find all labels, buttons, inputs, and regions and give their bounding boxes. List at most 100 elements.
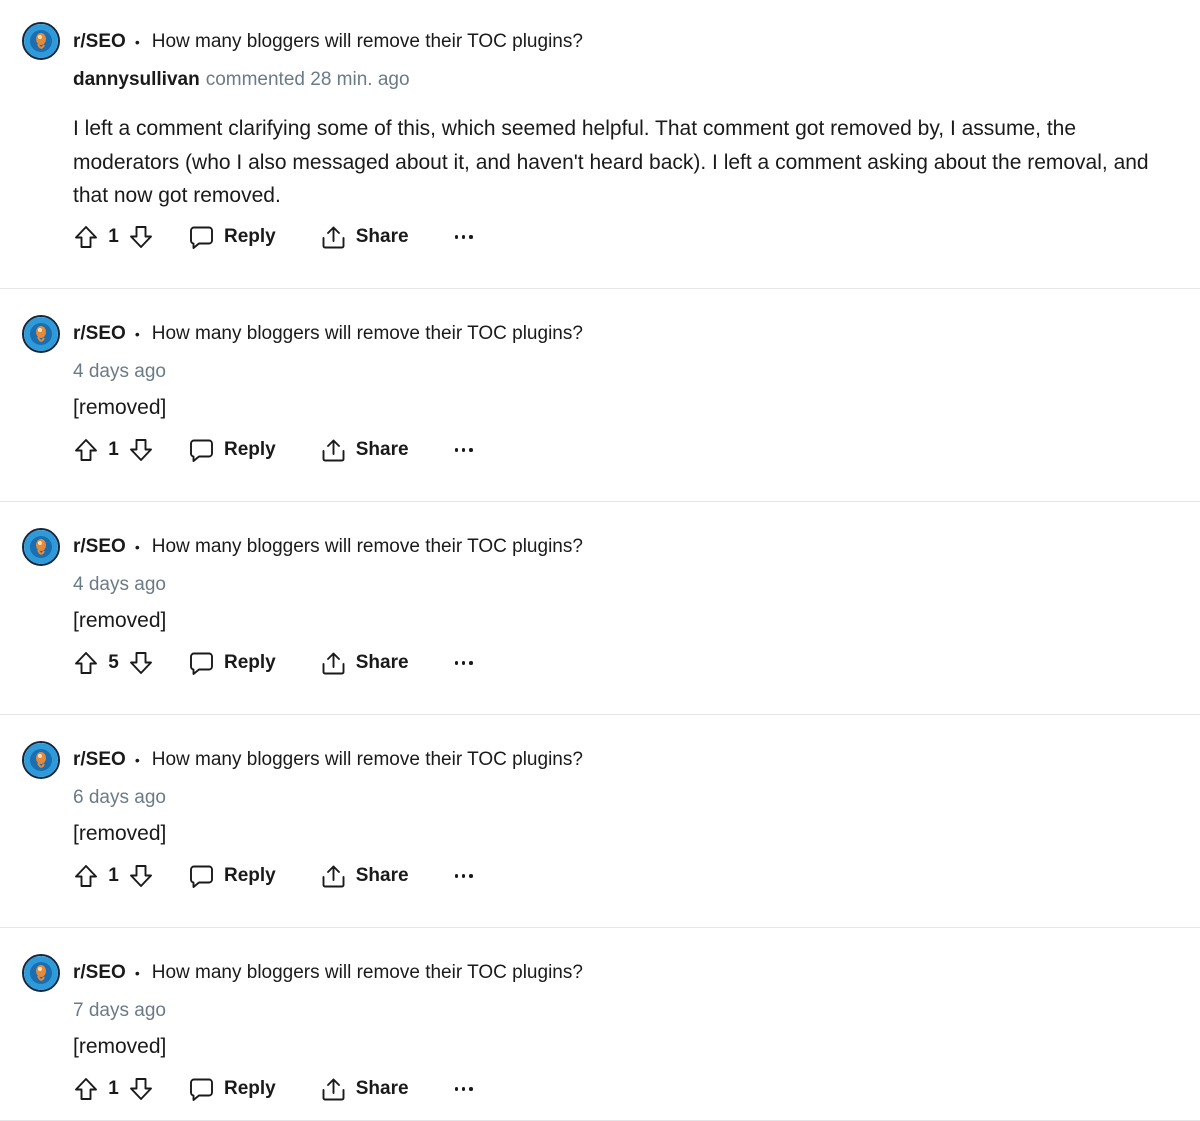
downvote-arrow-icon[interactable] xyxy=(128,863,154,889)
speech-bubble-icon xyxy=(190,1078,213,1101)
comment-card[interactable]: r/SEO • How many bloggers will remove th… xyxy=(0,289,1200,502)
share-label: Share xyxy=(355,1078,409,1099)
ellipsis-icon[interactable] xyxy=(454,440,473,460)
comment-actions: 1 Reply Share xyxy=(73,1073,473,1105)
reply-label: Reply xyxy=(224,439,276,460)
comment-meta: 6 days ago xyxy=(73,785,166,811)
speech-bubble-icon xyxy=(190,652,213,675)
reply-button[interactable]: Reply xyxy=(188,224,276,251)
reply-label: Reply xyxy=(224,652,276,673)
reply-label: Reply xyxy=(224,1078,276,1099)
comment-body: [removed] xyxy=(73,396,167,419)
separator-dot: • xyxy=(134,539,140,555)
comment-meta: 4 days ago xyxy=(73,572,166,598)
comment-header: r/SEO • How many bloggers will remove th… xyxy=(73,535,583,559)
share-button[interactable]: Share xyxy=(320,1076,409,1103)
downvote-arrow-icon[interactable] xyxy=(128,224,154,250)
upvote-arrow-icon[interactable] xyxy=(73,1076,99,1102)
speech-bubble-icon xyxy=(190,226,213,249)
post-title-link[interactable]: How many bloggers will remove their TOC … xyxy=(152,31,583,53)
vote-count: 1 xyxy=(108,1078,119,1099)
comment-actions: 1 Reply Share xyxy=(73,860,473,892)
post-title-link[interactable]: How many bloggers will remove their TOC … xyxy=(152,749,583,771)
comment-header: r/SEO • How many bloggers will remove th… xyxy=(73,322,583,346)
upvote-arrow-icon[interactable] xyxy=(73,650,99,676)
share-label: Share xyxy=(355,652,409,673)
comment-body: [removed] xyxy=(73,609,167,632)
comment-header: r/SEO • How many bloggers will remove th… xyxy=(73,748,583,772)
separator-dot: • xyxy=(134,326,140,342)
comment-actions: 5 Reply Share xyxy=(73,647,473,679)
separator-dot: • xyxy=(134,34,140,50)
separator-dot: • xyxy=(134,752,140,768)
downvote-arrow-icon[interactable] xyxy=(128,437,154,463)
share-upload-icon xyxy=(322,439,345,461)
comment-timestamp: 7 days ago xyxy=(73,1000,166,1021)
post-title-link[interactable]: How many bloggers will remove their TOC … xyxy=(152,323,583,345)
separator-dot: • xyxy=(134,965,140,981)
subreddit-avatar-icon[interactable] xyxy=(22,528,60,566)
comment-actions: 1 Reply Share xyxy=(73,434,473,466)
subreddit-link[interactable]: r/SEO xyxy=(73,323,126,345)
subreddit-avatar-icon[interactable] xyxy=(22,741,60,779)
share-button[interactable]: Share xyxy=(320,437,409,464)
share-button[interactable]: Share xyxy=(320,863,409,890)
comment-timestamp: commented 28 min. ago xyxy=(205,69,410,90)
subreddit-avatar-icon[interactable] xyxy=(22,315,60,353)
reply-button[interactable]: Reply xyxy=(188,1076,276,1103)
comment-meta: 4 days ago xyxy=(73,359,166,385)
reply-button[interactable]: Reply xyxy=(188,437,276,464)
subreddit-link[interactable]: r/SEO xyxy=(73,749,126,771)
subreddit-link[interactable]: r/SEO xyxy=(73,536,126,558)
reply-button[interactable]: Reply xyxy=(188,863,276,890)
share-upload-icon xyxy=(322,1078,345,1100)
downvote-arrow-icon[interactable] xyxy=(128,1076,154,1102)
post-title-link[interactable]: How many bloggers will remove their TOC … xyxy=(152,536,583,558)
share-label: Share xyxy=(355,226,409,247)
comment-meta: dannysullivan commented 28 min. ago xyxy=(73,67,410,93)
ellipsis-icon[interactable] xyxy=(454,1079,473,1099)
speech-bubble-icon xyxy=(190,439,213,462)
upvote-arrow-icon[interactable] xyxy=(73,863,99,889)
subreddit-link[interactable]: r/SEO xyxy=(73,31,126,53)
ellipsis-icon[interactable] xyxy=(454,866,473,886)
ellipsis-icon[interactable] xyxy=(454,653,473,673)
subreddit-avatar-icon[interactable] xyxy=(22,22,60,60)
share-label: Share xyxy=(355,439,409,460)
share-button[interactable]: Share xyxy=(320,650,409,677)
share-upload-icon xyxy=(322,652,345,674)
comment-card[interactable]: r/SEO • How many bloggers will remove th… xyxy=(0,928,1200,1121)
downvote-arrow-icon[interactable] xyxy=(128,650,154,676)
reply-button[interactable]: Reply xyxy=(188,650,276,677)
vote-count: 5 xyxy=(108,652,119,673)
vote-count: 1 xyxy=(108,865,119,886)
ellipsis-icon[interactable] xyxy=(454,227,473,247)
comment-body: [removed] xyxy=(73,1035,167,1058)
subreddit-avatar-icon[interactable] xyxy=(22,954,60,992)
vote-count: 1 xyxy=(108,226,119,247)
comment-timestamp: 6 days ago xyxy=(73,787,166,808)
share-upload-icon xyxy=(322,226,345,248)
comment-body: [removed] xyxy=(73,822,167,845)
upvote-arrow-icon[interactable] xyxy=(73,437,99,463)
comment-card[interactable]: r/SEO • How many bloggers will remove th… xyxy=(0,0,1200,289)
post-title-link[interactable]: How many bloggers will remove their TOC … xyxy=(152,962,583,984)
subreddit-link[interactable]: r/SEO xyxy=(73,962,126,984)
comment-header: r/SEO • How many bloggers will remove th… xyxy=(73,30,583,54)
comment-card[interactable]: r/SEO • How many bloggers will remove th… xyxy=(0,502,1200,715)
upvote-arrow-icon[interactable] xyxy=(73,224,99,250)
comment-body: I left a comment clarifying some of this… xyxy=(73,117,1149,207)
vote-count: 1 xyxy=(108,439,119,460)
comment-author[interactable]: dannysullivan xyxy=(73,69,200,91)
comment-card[interactable]: r/SEO • How many bloggers will remove th… xyxy=(0,715,1200,928)
reply-label: Reply xyxy=(224,226,276,247)
share-button[interactable]: Share xyxy=(320,224,409,251)
comment-header: r/SEO • How many bloggers will remove th… xyxy=(73,961,583,985)
reply-label: Reply xyxy=(224,865,276,886)
comment-meta: 7 days ago xyxy=(73,998,166,1024)
share-label: Share xyxy=(355,865,409,886)
comment-timestamp: 4 days ago xyxy=(73,574,166,595)
share-upload-icon xyxy=(322,865,345,887)
speech-bubble-icon xyxy=(190,865,213,888)
comment-actions: 1 Reply Share xyxy=(73,221,473,253)
